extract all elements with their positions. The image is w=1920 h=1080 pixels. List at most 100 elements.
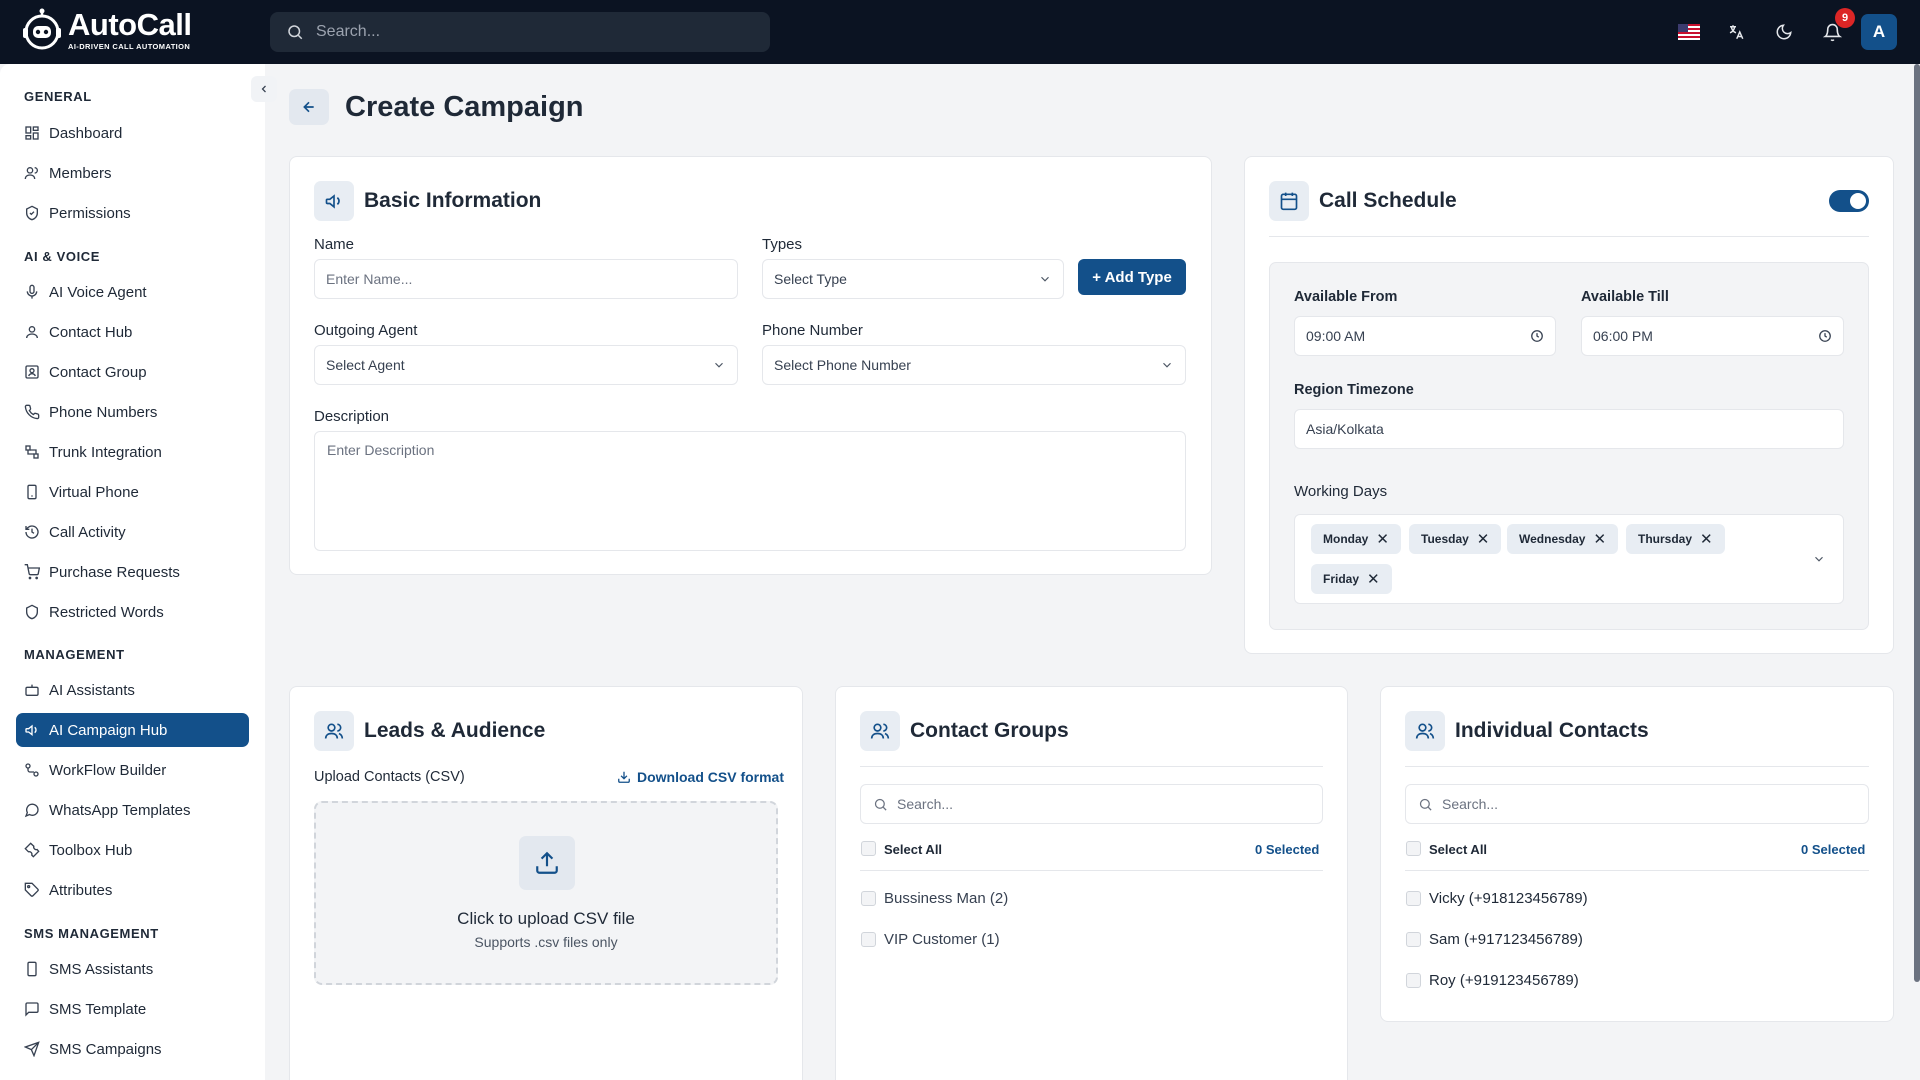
available-from-label: Available From	[1294, 289, 1398, 305]
sidebar-collapse-button[interactable]	[251, 76, 277, 102]
sidebar-item-contact-hub[interactable]: Contact Hub	[16, 315, 249, 349]
sidebar-section-management: MANAGEMENT	[24, 647, 125, 662]
arrow-left-icon	[303, 101, 314, 113]
contact-groups-search[interactable]	[860, 784, 1323, 824]
region-timezone-label: Region Timezone	[1294, 382, 1414, 398]
sidebar-item-call-activity[interactable]: Call Activity	[16, 515, 249, 549]
notification-badge: 9	[1835, 8, 1855, 28]
name-field[interactable]	[314, 259, 738, 299]
sidebar-item-permissions[interactable]: Permissions	[16, 196, 249, 230]
types-select[interactable]: Select Type	[762, 259, 1064, 299]
group-item[interactable]: VIP Customer (1)	[884, 931, 1000, 948]
close-icon[interactable]: ✕	[1700, 530, 1713, 548]
app-logo[interactable]: AutoCall AI-DRIVEN CALL AUTOMATION	[22, 8, 192, 52]
sidebar-item-restricted-words[interactable]: Restricted Words	[16, 595, 249, 629]
name-input[interactable]	[326, 271, 726, 287]
basic-information-header: Basic Information	[314, 181, 541, 221]
sidebar-item-trunk-integration[interactable]: Trunk Integration	[16, 435, 249, 469]
contact-checkbox[interactable]	[1406, 891, 1421, 906]
sidebar-item-phone-numbers[interactable]: Phone Numbers	[16, 395, 249, 429]
sidebar-item-virtual-phone[interactable]: Virtual Phone	[16, 475, 249, 509]
sidebar-item-ai-assistants[interactable]: AI Assistants	[16, 673, 249, 707]
clock-icon	[1531, 330, 1543, 342]
csv-upload-dropzone[interactable]: Click to upload CSV file Supports .csv f…	[314, 801, 778, 985]
robot-logo-icon	[23, 8, 61, 50]
us-flag-icon[interactable]	[1678, 24, 1700, 40]
contact-checkbox[interactable]	[1406, 932, 1421, 947]
global-search[interactable]	[270, 12, 770, 52]
phone-number-select[interactable]: Select Phone Number	[762, 345, 1186, 385]
page-scrollbar[interactable]	[1914, 64, 1920, 982]
available-from-input[interactable]: 09:00 AM	[1294, 316, 1556, 356]
chat-bubble-icon	[24, 803, 39, 818]
group-checkbox[interactable]	[861, 891, 876, 906]
search-icon	[288, 25, 303, 40]
moon-icon[interactable]	[1772, 20, 1796, 44]
sidebar-item-label: SMS Assistants	[49, 960, 154, 978]
sidebar-item-toolbox-hub[interactable]: Toolbox Hub	[16, 833, 249, 867]
sidebar-item-sms-campaigns[interactable]: SMS Campaigns	[16, 1032, 249, 1066]
global-search-input[interactable]	[316, 23, 770, 41]
call-schedule-toggle[interactable]	[1829, 190, 1869, 212]
sidebar-item-label: Virtual Phone	[49, 483, 139, 501]
sidebar-item-label: Trunk Integration	[49, 443, 162, 461]
basic-information-title: Basic Information	[364, 189, 542, 212]
chevron-down-icon	[715, 362, 723, 368]
region-timezone-input[interactable]: Asia/Kolkata	[1294, 409, 1844, 449]
sidebar-item-ai-voice-agent[interactable]: AI Voice Agent	[16, 275, 249, 309]
sidebar-item-sms-template[interactable]: SMS Template	[16, 992, 249, 1026]
sidebar-item-purchase-requests[interactable]: Purchase Requests	[16, 555, 249, 589]
sidebar-item-members[interactable]: Members	[16, 156, 249, 190]
download-csv-link[interactable]: Download CSV format	[617, 769, 784, 785]
sidebar-item-contact-group[interactable]: Contact Group	[16, 355, 249, 389]
contact-checkbox[interactable]	[1406, 973, 1421, 988]
sidebar-item-ai-campaign-hub[interactable]: AI Campaign Hub	[16, 713, 249, 747]
smartphone-icon	[27, 484, 37, 500]
contact-item[interactable]: Sam (+917123456789)	[1429, 931, 1583, 948]
user-icon	[26, 326, 38, 339]
description-textarea[interactable]	[315, 432, 1185, 550]
close-icon[interactable]: ✕	[1376, 530, 1389, 548]
individual-contacts-search[interactable]	[1405, 784, 1869, 824]
select-all-groups-checkbox[interactable]	[861, 841, 876, 856]
upload-title: Click to upload CSV file	[457, 909, 635, 928]
chevron-down-icon	[1041, 276, 1049, 282]
chevron-down-icon[interactable]	[1812, 552, 1826, 566]
contact-groups-search-input[interactable]	[897, 796, 1322, 812]
outgoing-agent-select[interactable]: Select Agent	[314, 345, 738, 385]
available-till-input[interactable]: 06:00 PM	[1581, 316, 1844, 356]
description-field[interactable]	[314, 431, 1186, 551]
upload-contacts-label: Upload Contacts (CSV)	[314, 769, 465, 785]
day-chip-thursday: Thursday ✕	[1626, 524, 1725, 554]
select-all-contacts-label: Select All	[1429, 842, 1488, 857]
download-csv-label: Download CSV format	[637, 769, 785, 785]
sidebar-item-label: AI Assistants	[49, 681, 135, 699]
sidebar-item-sms-assistants[interactable]: SMS Assistants	[16, 952, 249, 986]
group-checkbox[interactable]	[861, 932, 876, 947]
add-type-button[interactable]: + Add Type	[1078, 259, 1186, 295]
page-title: Create Campaign	[345, 90, 584, 123]
individual-contacts-search-input[interactable]	[1442, 796, 1868, 812]
contact-item[interactable]: Vicky (+918123456789)	[1429, 890, 1588, 907]
group-item[interactable]: Bussiness Man (2)	[884, 890, 1008, 907]
sidebar-item-label: Permissions	[49, 204, 131, 222]
sidebar-item-workflow-builder[interactable]: WorkFlow Builder	[16, 753, 249, 787]
chevron-left-icon	[261, 85, 266, 93]
translate-icon[interactable]	[1724, 20, 1748, 44]
select-all-contacts-checkbox[interactable]	[1406, 841, 1421, 856]
back-button[interactable]	[289, 89, 329, 125]
close-icon[interactable]: ✕	[1593, 530, 1606, 548]
download-icon	[618, 771, 630, 783]
close-icon[interactable]: ✕	[1367, 570, 1380, 588]
user-avatar[interactable]: A	[1861, 14, 1897, 50]
contact-item[interactable]: Roy (+919123456789)	[1429, 972, 1579, 989]
sidebar-item-dashboard[interactable]: Dashboard	[16, 116, 249, 150]
types-label: Types	[762, 236, 803, 253]
sidebar-item-attributes[interactable]: Attributes	[16, 873, 249, 907]
sidebar-item-whatsapp-templates[interactable]: WhatsApp Templates	[16, 793, 249, 827]
close-icon[interactable]: ✕	[1477, 530, 1490, 548]
clock-icon	[1819, 330, 1831, 342]
individual-contacts-divider	[1405, 766, 1869, 767]
sidebar-item-label: Contact Group	[49, 363, 147, 381]
sidebar-item-label: SMS Template	[49, 1000, 147, 1018]
